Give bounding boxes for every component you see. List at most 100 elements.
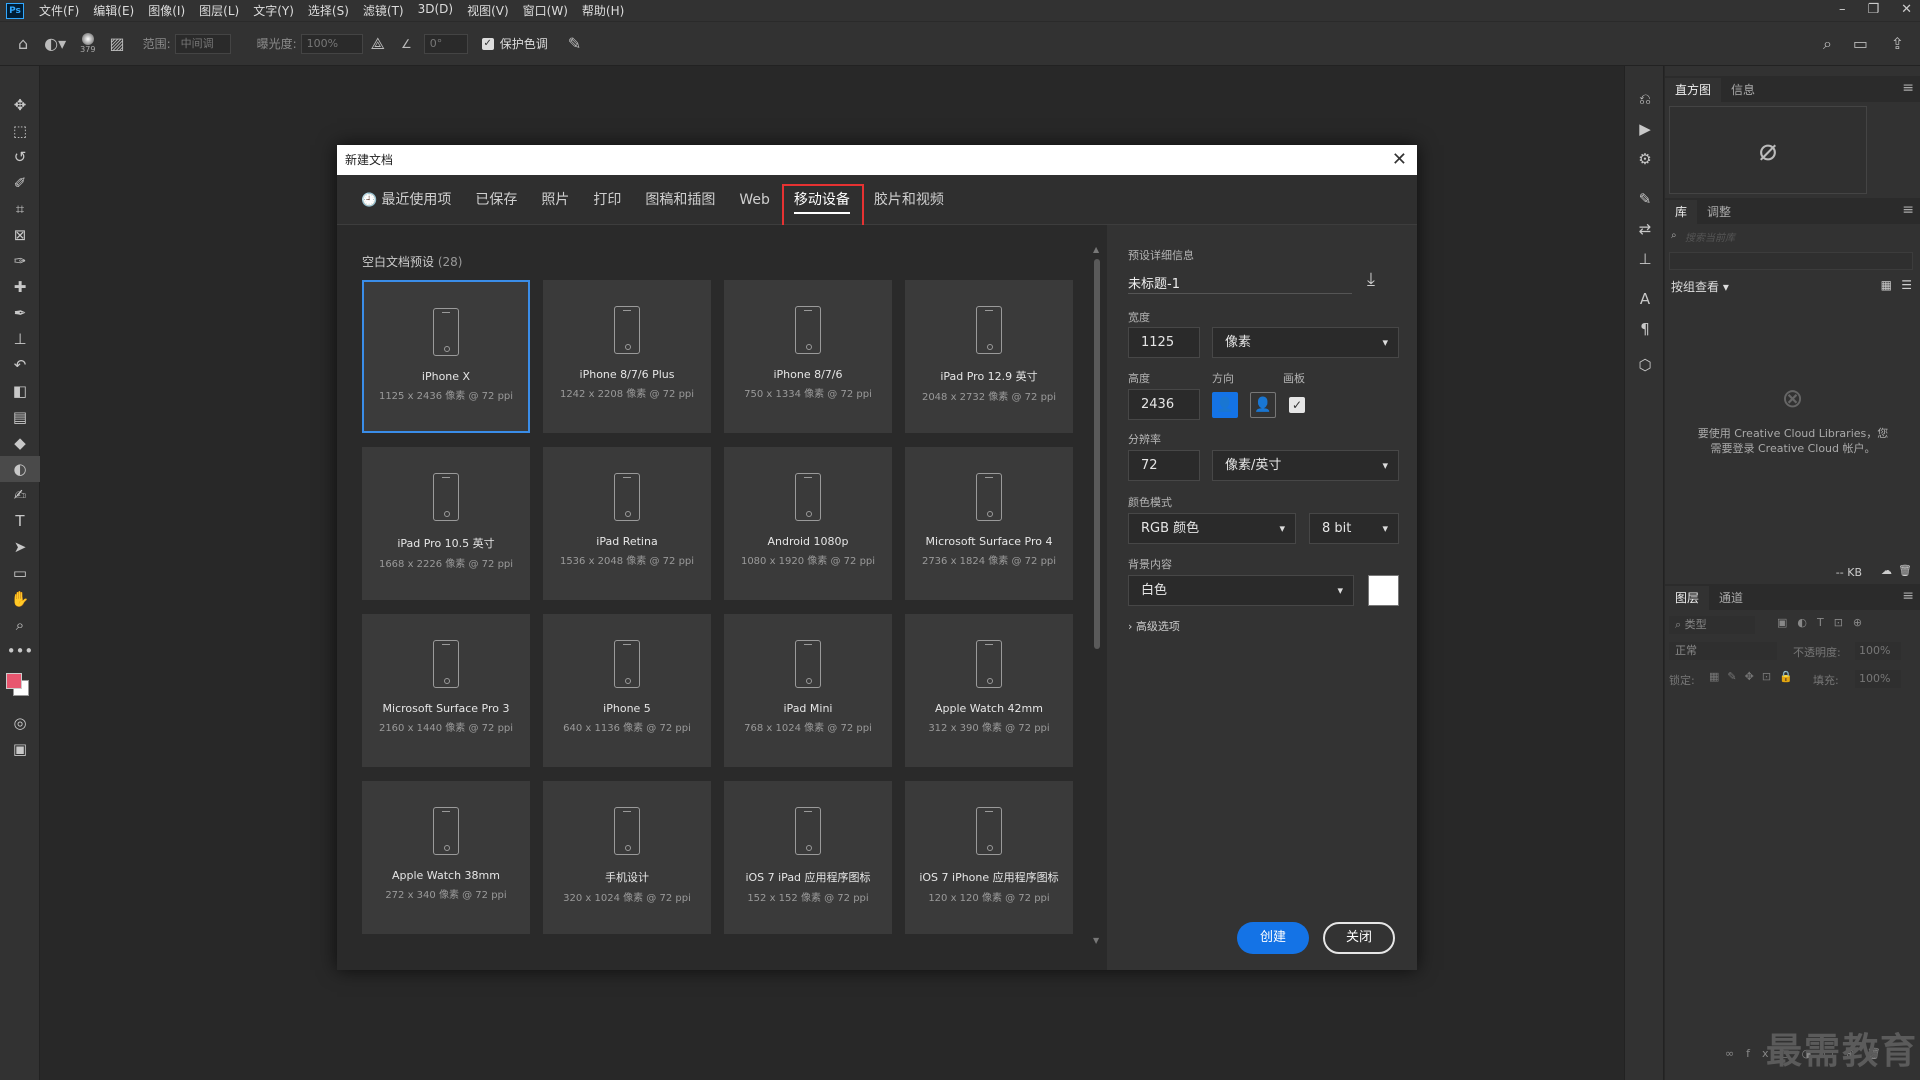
hand-tool-icon[interactable]: ✋: [0, 586, 40, 612]
width-unit-select[interactable]: 像素 ▾: [1212, 327, 1399, 358]
close-window-button[interactable]: ✕: [1901, 0, 1912, 20]
brush-settings-icon[interactable]: ▨: [109, 34, 124, 53]
preset-card[interactable]: iPad Pro 10.5 英寸 1668 x 2226 像素 @ 72 ppi: [362, 447, 530, 600]
eraser-tool-icon[interactable]: ◧: [0, 378, 40, 404]
marquee-tool-icon[interactable]: ⬚: [0, 118, 40, 144]
tab-channels[interactable]: 通道: [1709, 586, 1753, 610]
pressure-icon[interactable]: ✎: [568, 34, 581, 53]
scroll-up-icon[interactable]: ▲: [1093, 245, 1099, 254]
preset-card[interactable]: Microsoft Surface Pro 4 2736 x 1824 像素 @ …: [905, 447, 1073, 600]
library-select[interactable]: [1669, 252, 1913, 270]
paragraph-panel-icon[interactable]: ¶: [1625, 314, 1665, 344]
dialog-close-icon[interactable]: ✕: [1392, 145, 1407, 175]
exposure-input[interactable]: 100%: [300, 33, 363, 54]
color-swatches[interactable]: [0, 664, 39, 710]
actions-panel-icon[interactable]: ▶: [1625, 114, 1665, 144]
move-tool-icon[interactable]: ✥: [0, 92, 40, 118]
menu-item-10[interactable]: 帮助(H): [575, 2, 631, 19]
artboard-checkbox[interactable]: ✓: [1289, 397, 1305, 413]
menu-item-9[interactable]: 窗口(W): [516, 2, 575, 19]
tab-histogram[interactable]: 直方图: [1665, 78, 1722, 102]
library-search-input[interactable]: 搜索当前库: [1669, 230, 1913, 248]
preset-card[interactable]: iPhone X 1125 x 2436 像素 @ 72 ppi: [362, 280, 530, 433]
layer-filter-select[interactable]: ⌕ 类型: [1669, 616, 1755, 634]
home-icon[interactable]: ⌂: [18, 34, 28, 53]
character-panel-icon[interactable]: A: [1625, 284, 1665, 314]
lasso-tool-icon[interactable]: ↺: [0, 144, 40, 170]
minimize-button[interactable]: –: [1839, 0, 1846, 20]
grid-view-icon[interactable]: ▦: [1881, 278, 1892, 292]
quick-select-tool-icon[interactable]: ✐: [0, 170, 40, 196]
list-view-icon[interactable]: ☰: [1901, 278, 1912, 292]
menu-item-2[interactable]: 图像(I): [141, 2, 192, 19]
background-color-swatch[interactable]: [1368, 575, 1399, 606]
background-contents-select[interactable]: 白色 ▾: [1128, 575, 1354, 606]
menu-item-5[interactable]: 选择(S): [301, 2, 356, 19]
3d-panel-icon[interactable]: ⬡: [1625, 350, 1665, 380]
menu-item-7[interactable]: 3D(D): [411, 2, 460, 19]
opacity-input[interactable]: 100%: [1855, 642, 1901, 660]
close-button[interactable]: 关闭: [1323, 922, 1395, 954]
tab-5[interactable]: Web: [739, 175, 770, 225]
preset-scrollbar[interactable]: ▲ ▼: [1092, 245, 1102, 945]
tab-0[interactable]: 🕘 最近使用项: [361, 175, 451, 225]
preset-card[interactable]: iPhone 5 640 x 1136 像素 @ 72 ppi: [543, 614, 711, 767]
menu-item-1[interactable]: 编辑(E): [86, 2, 141, 19]
restore-button[interactable]: ❐: [1867, 0, 1879, 20]
protect-tone-checkbox[interactable]: ✓: [481, 37, 494, 50]
preset-card[interactable]: iOS 7 iPad 应用程序图标 152 x 152 像素 @ 72 ppi: [724, 781, 892, 934]
landscape-orientation-icon[interactable]: 👤: [1250, 392, 1276, 418]
resolution-unit-select[interactable]: 像素/英寸 ▾: [1212, 450, 1399, 481]
menu-item-6[interactable]: 滤镜(T): [356, 2, 411, 19]
create-button[interactable]: 创建: [1237, 922, 1309, 954]
height-input[interactable]: 2436: [1128, 389, 1200, 420]
foreground-color-swatch[interactable]: [6, 673, 22, 689]
layer-filter-icons[interactable]: ▣◐T⊡⊕: [1777, 616, 1872, 629]
gradient-tool-icon[interactable]: ▤: [0, 404, 40, 430]
search-icon[interactable]: ⌕: [1823, 34, 1832, 54]
color-mode-select[interactable]: RGB 颜色 ▾: [1128, 513, 1296, 544]
preset-card[interactable]: 手机设计 320 x 1024 像素 @ 72 ppi: [543, 781, 711, 934]
blur-tool-icon[interactable]: ◆: [0, 430, 40, 456]
lock-icons[interactable]: ▦✎✥⊡🔒: [1709, 670, 1801, 683]
tab-libraries[interactable]: 库: [1665, 200, 1698, 224]
fill-input[interactable]: 100%: [1855, 670, 1901, 688]
crop-tool-icon[interactable]: ⌗: [0, 196, 40, 222]
preset-card[interactable]: iPad Mini 768 x 1024 像素 @ 72 ppi: [724, 614, 892, 767]
panel-menu-icon[interactable]: ≡: [1902, 588, 1914, 604]
share-icon[interactable]: ⇪: [1891, 34, 1904, 53]
tab-2[interactable]: 照片: [541, 175, 569, 225]
history-panel-icon[interactable]: ⎌: [1625, 84, 1665, 114]
tab-info[interactable]: 信息: [1721, 78, 1765, 102]
menu-item-3[interactable]: 图层(L): [192, 2, 246, 19]
brushes-panel-icon[interactable]: ⇄: [1625, 214, 1665, 244]
preset-card[interactable]: Apple Watch 38mm 272 x 340 像素 @ 72 ppi: [362, 781, 530, 934]
preset-card[interactable]: iPhone 8/7/6 Plus 1242 x 2208 像素 @ 72 ppi: [543, 280, 711, 433]
save-preset-icon[interactable]: ⤓: [1367, 269, 1375, 290]
tab-3[interactable]: 打印: [593, 175, 621, 225]
preset-card[interactable]: Apple Watch 42mm 312 x 390 像素 @ 72 ppi: [905, 614, 1073, 767]
type-tool-icon[interactable]: T: [0, 508, 40, 534]
width-input[interactable]: 1125: [1128, 327, 1200, 358]
scroll-down-icon[interactable]: ▼: [1093, 936, 1099, 945]
angle-input[interactable]: 0°: [423, 33, 468, 54]
panel-menu-icon[interactable]: ≡: [1902, 202, 1914, 218]
brush-settings-panel-icon[interactable]: ✎: [1625, 184, 1665, 214]
zoom-tool-icon[interactable]: ⌕: [0, 612, 40, 638]
eyedropper-tool-icon[interactable]: ✑: [0, 248, 40, 274]
workspace-icon[interactable]: ▭: [1853, 34, 1868, 53]
scrollbar-thumb[interactable]: [1094, 259, 1100, 649]
tab-7[interactable]: 胶片和视频: [874, 175, 944, 225]
dodge-tool-icon[interactable]: ◐: [0, 456, 40, 482]
more-tools-icon[interactable]: •••: [0, 638, 40, 664]
clone-source-panel-icon[interactable]: ⊥: [1625, 244, 1665, 274]
blend-mode-select[interactable]: 正常: [1669, 642, 1777, 660]
preset-card[interactable]: iOS 7 iPhone 应用程序图标 120 x 120 像素 @ 72 ppi: [905, 781, 1073, 934]
bit-depth-select[interactable]: 8 bit ▾: [1309, 513, 1399, 544]
path-selection-tool-icon[interactable]: ➤: [0, 534, 40, 560]
menu-item-8[interactable]: 视图(V): [460, 2, 516, 19]
screen-mode-icon[interactable]: ▣: [0, 736, 40, 762]
preset-card[interactable]: iPad Pro 12.9 英寸 2048 x 2732 像素 @ 72 ppi: [905, 280, 1073, 433]
panel-menu-icon[interactable]: ≡: [1902, 80, 1914, 96]
tab-adjustments[interactable]: 调整: [1697, 200, 1741, 224]
